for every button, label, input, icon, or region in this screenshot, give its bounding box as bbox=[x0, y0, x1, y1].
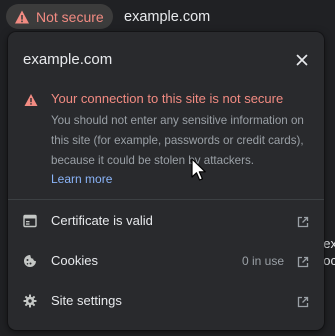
background-page-text: ex bbox=[323, 236, 335, 251]
security-chip[interactable]: Not secure bbox=[6, 4, 113, 29]
page-info-popup: example.com Your connection to this site… bbox=[8, 32, 324, 330]
omnibox: Not secure example.com bbox=[0, 0, 335, 34]
certificate-label: Certificate is valid bbox=[51, 213, 153, 228]
cookies-label: Cookies bbox=[51, 253, 98, 268]
site-settings-label: Site settings bbox=[51, 293, 122, 308]
learn-more-link[interactable]: Learn more bbox=[51, 170, 112, 188]
close-icon bbox=[296, 54, 308, 66]
security-chip-label: Not secure bbox=[36, 8, 104, 25]
external-link-icon bbox=[297, 255, 309, 268]
browser-window: Not secure example.com ex oc example.com… bbox=[0, 0, 335, 336]
warning-icon bbox=[24, 93, 38, 107]
cookie-icon bbox=[23, 254, 37, 268]
gear-icon bbox=[23, 294, 37, 308]
certificate-icon bbox=[23, 214, 37, 228]
external-link-icon bbox=[297, 215, 309, 228]
popup-site-title: example.com bbox=[23, 51, 113, 68]
site-settings-row[interactable]: Site settings bbox=[8, 281, 324, 321]
external-link-icon bbox=[297, 295, 309, 308]
background-page-text: oc bbox=[323, 253, 335, 268]
cookies-row[interactable]: Cookies 0 in use bbox=[8, 241, 324, 281]
address-url[interactable]: example.com bbox=[124, 8, 210, 26]
connection-warning-body: You should not enter any sensitive infor… bbox=[51, 114, 304, 167]
certificate-row[interactable]: Certificate is valid bbox=[8, 201, 324, 241]
mouse-cursor-icon bbox=[191, 158, 207, 182]
connection-warning-title: Your connection to this site is not secu… bbox=[51, 91, 284, 106]
close-button[interactable] bbox=[292, 50, 312, 70]
divider bbox=[8, 199, 324, 200]
cookies-count: 0 in use bbox=[241, 254, 284, 268]
warning-icon bbox=[14, 9, 30, 25]
